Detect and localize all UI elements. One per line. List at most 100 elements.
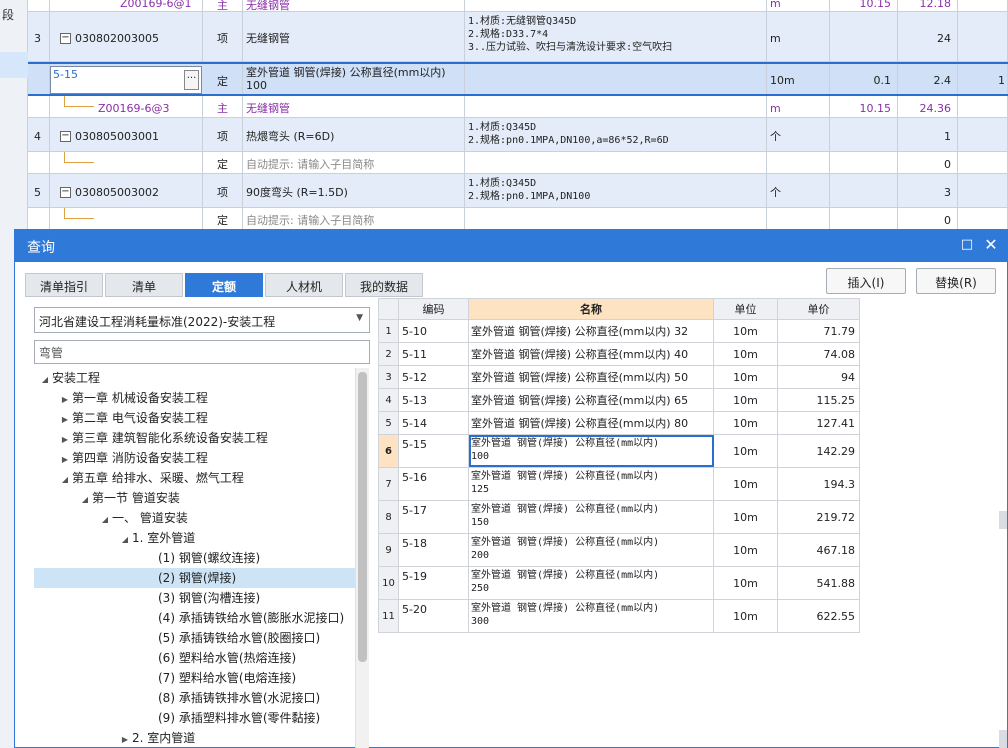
dialog-title: 查询	[27, 240, 55, 256]
tree-node-selected[interactable]: (2) 钢管(焊接)	[34, 568, 356, 588]
table-row[interactable]: 3 5-12 室外管道 钢管(焊接) 公称直径(mm以内) 50 10m 94	[378, 366, 860, 389]
tree-node[interactable]: (9) 承插塑料排水管(零件黏接)	[158, 708, 320, 728]
row-unit: 10m	[714, 320, 778, 342]
grid-row[interactable]: 定 自动提示: 请输入子目简称 0	[28, 208, 1008, 230]
header-price[interactable]: 单价	[778, 299, 860, 319]
more-button[interactable]: ···	[184, 70, 199, 90]
grid-row[interactable]: 5 −030805003002 项 90度弯头 (R=1.5D) 1.材质:Q3…	[28, 174, 1008, 208]
tree-collapse-icon[interactable]: ◢	[118, 530, 132, 550]
maximize-icon[interactable]: □	[959, 237, 975, 253]
tree-collapse-icon[interactable]: ◢	[38, 370, 52, 390]
tab-list-guide[interactable]: 清单指引	[25, 273, 103, 297]
insert-button[interactable]: 插入(I)	[826, 268, 906, 294]
tree-node[interactable]: (3) 钢管(沟槽连接)	[158, 588, 260, 608]
header-name[interactable]: 名称	[469, 299, 714, 319]
tree-node-label: (7) 塑料给水管(电熔连接)	[158, 671, 297, 685]
close-icon[interactable]: ✕	[983, 235, 999, 254]
tree-node[interactable]: ▶ 第二章 电气设备安装工程	[58, 408, 208, 428]
row-qty: 0.1	[830, 64, 898, 94]
table-row[interactable]: 5 5-14 室外管道 钢管(焊接) 公称直径(mm以内) 80 10m 127…	[378, 412, 860, 435]
tree-node[interactable]: (7) 塑料给水管(电熔连接)	[158, 668, 296, 688]
grid-row-selected[interactable]: 5-15 ··· 定 室外管道 钢管(焊接) 公称直径(mm以内) 100 10…	[28, 62, 1008, 96]
replace-button[interactable]: 替换(R)	[916, 268, 996, 294]
table-row[interactable]: 9 5-18 室外管道 钢管(焊接) 公称直径(mm以内) 200 10m 46…	[378, 534, 860, 567]
code-edit-cell[interactable]: 5-15 ···	[50, 66, 202, 94]
row-unit: m	[767, 0, 830, 11]
dialog-titlebar[interactable]: 查询 □ ✕	[15, 230, 1007, 262]
scrollbar-thumb[interactable]	[358, 372, 367, 662]
table-row[interactable]: 8 5-17 室外管道 钢管(焊接) 公称直径(mm以内) 150 10m 21…	[378, 501, 860, 534]
row-unit: 10m	[714, 343, 778, 365]
row-price: 219.72	[778, 501, 860, 533]
collapse-icon[interactable]: −	[60, 186, 71, 198]
table-row-selected[interactable]: 6 5-15 室外管道 钢管(焊接) 公称直径(mm以内) 100 10m 14…	[378, 435, 860, 468]
tree-scrollbar[interactable]	[355, 368, 369, 748]
row-unit: m	[767, 12, 830, 61]
tree-collapse-icon[interactable]: ◢	[58, 470, 72, 490]
row-index: 2	[378, 343, 399, 365]
row-feature: 1.材质:无缝钢管Q345D 2.规格:D33.7*4 3..压力试验、吹扫与清…	[468, 16, 673, 53]
strip-selected-item[interactable]	[0, 52, 28, 78]
table-row[interactable]: 11 5-20 室外管道 钢管(焊接) 公称直径(mm以内) 300 10m 6…	[378, 600, 860, 633]
tree-node[interactable]: ◢ 安装工程	[38, 368, 100, 388]
row-unit: 10m	[714, 600, 778, 632]
tree-collapse-icon[interactable]: ◢	[98, 510, 112, 530]
row-index: 1	[378, 320, 399, 342]
row-name: 室外管道 钢管(焊接) 公称直径(mm以内) 200	[471, 537, 660, 561]
tree-node[interactable]: ◢ 第五章 给排水、采暖、燃气工程	[58, 468, 244, 488]
table-row[interactable]: 10 5-19 室外管道 钢管(焊接) 公称直径(mm以内) 250 10m 5…	[378, 567, 860, 600]
tree-expand-icon[interactable]: ▶	[58, 450, 72, 470]
header-unit[interactable]: 单位	[714, 299, 778, 319]
row-type: 主	[203, 96, 243, 117]
row-name: 90度弯头 (R=1.5D)	[243, 174, 465, 207]
row-total: 1	[898, 118, 958, 151]
tree-expand-icon[interactable]: ▶	[118, 730, 132, 748]
tree-expand-icon[interactable]: ▶	[58, 410, 72, 430]
edge-marker	[999, 730, 1007, 748]
header-code[interactable]: 编码	[399, 299, 469, 319]
tree-node[interactable]: ◢ 第一节 管道安装	[78, 488, 180, 508]
table-row[interactable]: 7 5-16 室外管道 钢管(焊接) 公称直径(mm以内) 125 10m 19…	[378, 468, 860, 501]
search-input[interactable]	[34, 340, 370, 364]
tree-node[interactable]: ▶ 第四章 消防设备安装工程	[58, 448, 208, 468]
tree-node[interactable]: ◢ 一、 管道安装	[98, 508, 188, 528]
code-edit-value[interactable]: 5-15	[51, 67, 201, 82]
tree-node[interactable]: (5) 承插铸铁给水管(胶圈接口)	[158, 628, 320, 648]
tree-node[interactable]: (8) 承插铸铁排水管(水泥接口)	[158, 688, 320, 708]
collapse-icon[interactable]: −	[60, 130, 71, 142]
table-row[interactable]: 4 5-13 室外管道 钢管(焊接) 公称直径(mm以内) 65 10m 115…	[378, 389, 860, 412]
grid-row[interactable]: 3 −030802003005 项 无缝钢管 1.材质:无缝钢管Q345D 2.…	[28, 12, 1008, 62]
row-unit: 10m	[714, 501, 778, 533]
dropdown-arrow-icon[interactable]: ▼	[356, 313, 363, 323]
grid-row[interactable]: 定 自动提示: 请输入子目简称 0	[28, 152, 1008, 174]
table-row[interactable]: 2 5-11 室外管道 钢管(焊接) 公称直径(mm以内) 40 10m 74.…	[378, 343, 860, 366]
tree-node[interactable]: ▶ 第三章 建筑智能化系统设备安装工程	[58, 428, 268, 448]
tab-bill[interactable]: 清单	[105, 273, 183, 297]
row-qty: 10.15	[830, 96, 898, 117]
tab-quota[interactable]: 定额	[185, 273, 263, 297]
library-select[interactable]: 河北省建设工程消耗量标准(2022)-安装工程 ▼	[34, 307, 370, 333]
grid-row[interactable]: 4 −030805003001 项 热煨弯头 (R=6D) 1.材质:Q345D…	[28, 118, 1008, 152]
collapse-icon[interactable]: −	[60, 32, 71, 44]
row-name: 室外管道 钢管(焊接) 公称直径(mm以内) 32	[469, 320, 714, 342]
tree-expand-icon[interactable]: ▶	[58, 430, 72, 450]
row-code: 5-14	[399, 412, 469, 434]
row-unit: m	[767, 96, 830, 117]
row-unit: 10m	[714, 389, 778, 411]
row-unit: 10m	[714, 412, 778, 434]
grid-row[interactable]: Z00169-6@3 主 无缝钢管 m 10.15 24.36	[28, 96, 1008, 118]
table-row[interactable]: 1 5-10 室外管道 钢管(焊接) 公称直径(mm以内) 32 10m 71.…	[378, 320, 860, 343]
tree-node-label: 安装工程	[52, 371, 101, 385]
tree-expand-icon[interactable]: ▶	[58, 390, 72, 410]
tree-collapse-icon[interactable]: ◢	[78, 490, 92, 510]
tab-labor-material[interactable]: 人材机	[265, 273, 343, 297]
tab-my-data[interactable]: 我的数据	[345, 273, 423, 297]
tree-node[interactable]: (4) 承插铸铁给水管(膨胀水泥接口)	[158, 608, 344, 628]
tree-node[interactable]: ▶ 第一章 机械设备安装工程	[58, 388, 208, 408]
grid-row[interactable]: Z00169-6@1 主 无缝钢管 m 10.15 12.18	[28, 0, 1008, 12]
tree-node[interactable]: (1) 钢管(螺纹连接)	[158, 548, 260, 568]
tree-node[interactable]: ▶ 2. 室内管道	[118, 728, 195, 748]
row-index: 4	[28, 118, 50, 151]
tree-node[interactable]: ◢ 1. 室外管道	[118, 528, 195, 548]
tree-node[interactable]: (6) 塑料给水管(热熔连接)	[158, 648, 296, 668]
